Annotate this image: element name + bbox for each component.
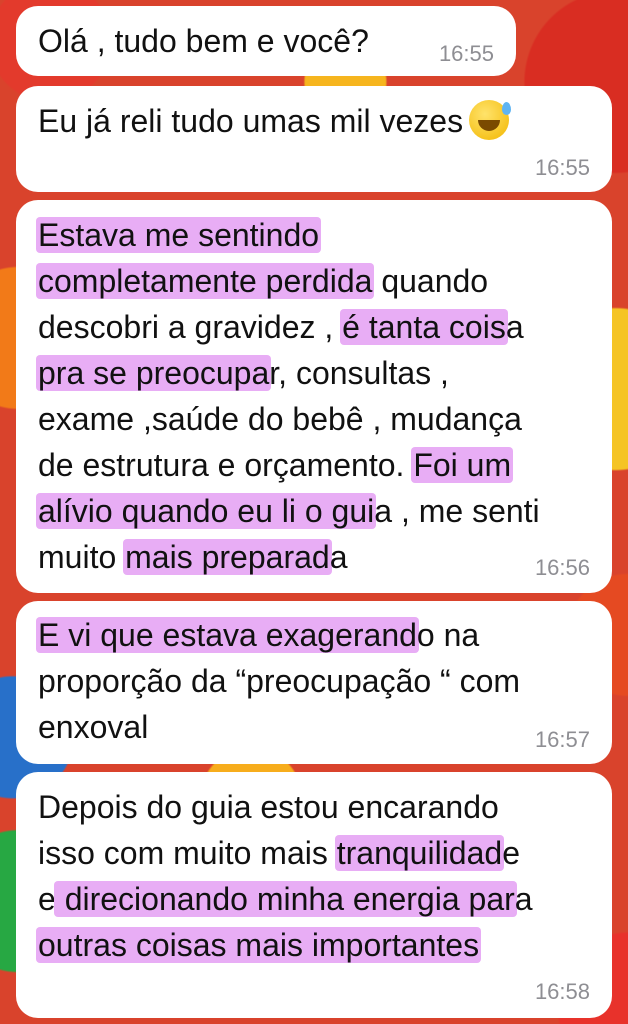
highlighted-text: pra se preocupa [36, 355, 272, 391]
text-segment: a [505, 309, 524, 345]
highlighted-text: E vi que estava exagerand [36, 617, 419, 653]
message-time-3: 16:56 [534, 555, 590, 580]
message-line: Estava me sentindo [36, 212, 540, 258]
message-text-2: Eu já reli tudo umas mil vezes [38, 98, 512, 144]
message-text-5: Depois do guia estou encarando isso com m… [36, 784, 533, 968]
message-text-1: Olá , tudo bem e você? [38, 18, 369, 64]
text-segment: enxoval [38, 709, 149, 745]
text-segment: Olá , tudo bem e você? [38, 23, 369, 59]
message-text-4: E vi que estava exagerando na proporção d… [36, 612, 520, 750]
message-line: exame ,saúde do bebê , mudança [38, 396, 540, 442]
highlighted-text: tranquilidad [334, 835, 505, 871]
message-bubble-3[interactable]: Estava me sentindo completamente perdida … [16, 200, 612, 593]
text-segment: o na [416, 617, 480, 653]
message-line: E vi que estava exagerando na [36, 612, 520, 658]
message-line: outras coisas mais importantes [36, 922, 533, 968]
message-bubble-2[interactable]: Eu já reli tudo umas mil vezes 16:55 [16, 86, 612, 192]
message-line: alívio quando eu li o guia , me senti [36, 488, 540, 534]
text-segment: descobri a gravidez , [38, 309, 343, 345]
message-bubble-4[interactable]: E vi que estava exagerando na proporção d… [16, 601, 612, 764]
message-time-2: 16:55 [534, 155, 590, 180]
text-segment: Depois do guia estou encarando [38, 789, 499, 825]
message-bubble-1[interactable]: Olá , tudo bem e você? 16:55 [16, 6, 516, 76]
message-line: descobri a gravidez , é tanta coisa [38, 304, 540, 350]
highlighted-text: é tanta cois [340, 309, 508, 345]
text-segment: a , me senti [374, 493, 540, 529]
text-segment: exame ,saúde do bebê , mudança [38, 401, 522, 437]
text-segment: e [502, 835, 520, 871]
message-line: pra se preocupar, consultas , [36, 350, 540, 396]
message-line: Eu já reli tudo umas mil vezes [38, 98, 512, 144]
message-line: e direcionando minha energia para [38, 876, 533, 922]
message-time-1: 16:55 [438, 41, 494, 66]
message-line: Olá , tudo bem e você? [38, 18, 369, 64]
text-segment: proporção da “preocupação “ com [38, 663, 521, 699]
message-line: isso com muito mais tranquilidade [38, 830, 533, 876]
highlighted-text: mais preparad [123, 539, 332, 575]
highlighted-text: Estava me sentindo [36, 217, 322, 253]
text-segment: muito [38, 539, 126, 575]
message-line: completamente perdida quando [36, 258, 540, 304]
text-segment: a [329, 539, 348, 575]
highlighted-text: direcionando minha energia par [53, 881, 517, 917]
message-line: enxoval [38, 704, 520, 750]
message-line: muito mais preparada [38, 534, 540, 580]
highlighted-text: Foi um [411, 447, 514, 483]
message-line: de estrutura e orçamento. Foi um [38, 442, 540, 488]
message-text-3: Estava me sentindo completamente perdida … [36, 212, 540, 580]
text-segment: r, consultas , [269, 355, 449, 391]
highlighted-text: completamente perdida [36, 263, 375, 299]
text-segment: a [514, 881, 533, 917]
text-segment: quando [372, 263, 489, 299]
text-segment: Eu já reli tudo umas mil vezes [38, 103, 464, 139]
sweat-smile-emoji-icon [469, 100, 512, 140]
text-segment: isso com muito mais [38, 835, 337, 871]
message-line: proporção da “preocupação “ com [38, 658, 520, 704]
highlighted-text: outras coisas mais importantes [36, 927, 482, 963]
message-line: Depois do guia estou encarando [38, 784, 533, 830]
highlighted-text: alívio quando eu li o gui [36, 493, 377, 529]
message-bubble-5[interactable]: Depois do guia estou encarando isso com m… [16, 772, 612, 1018]
message-time-5: 16:58 [534, 979, 590, 1004]
text-segment: de estrutura e orçamento. [38, 447, 414, 483]
message-time-4: 16:57 [534, 727, 590, 752]
